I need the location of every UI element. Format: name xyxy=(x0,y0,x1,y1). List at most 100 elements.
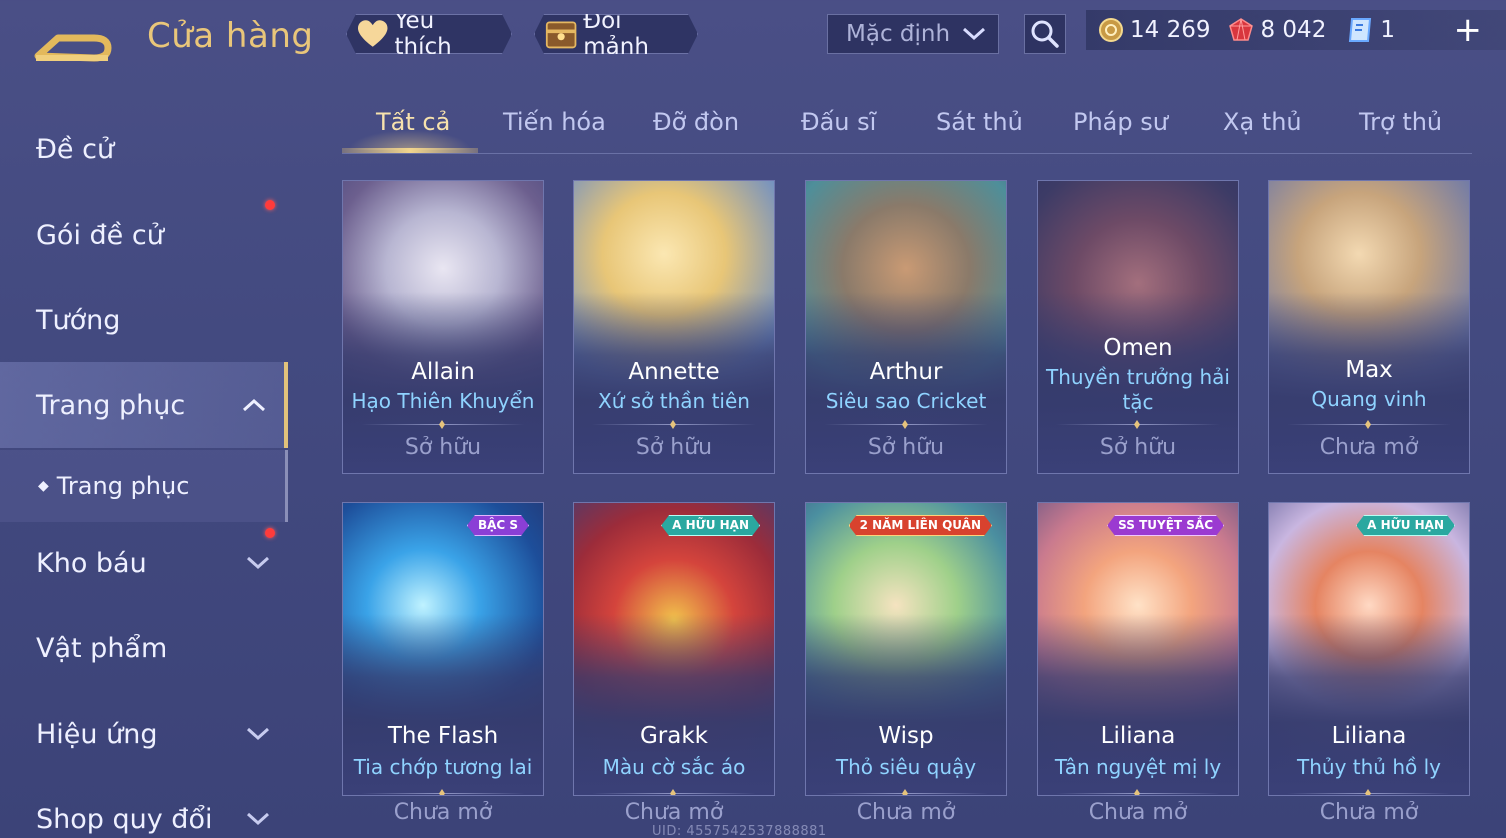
favorites-label: Yêu thích xyxy=(394,8,452,60)
ownership-status: Sở hữu xyxy=(404,435,482,460)
sidebar-item-recommended[interactable]: Đề cử xyxy=(0,106,288,192)
hero-name: Liliana xyxy=(1331,723,1407,749)
chevron-down-icon xyxy=(246,727,270,741)
voucher-icon xyxy=(1349,18,1372,42)
skin-name: Siêu sao Cricket xyxy=(825,389,987,413)
card-divider xyxy=(1287,793,1451,794)
ownership-status: Chưa mở xyxy=(624,800,724,825)
skin-card-wisp[interactable]: 2 NĂM LIÊN QUÂN Wisp Thỏ siêu quậy xyxy=(805,502,1007,796)
anniversary-badge: 2 NĂM LIÊN QUÂN xyxy=(849,515,992,536)
sidebar-subitem-label: Trang phục xyxy=(56,472,190,500)
skin-card-grakk[interactable]: A HỮU HẠN Grakk Màu cờ sắc áo xyxy=(573,502,775,796)
tab-assassin[interactable]: Sát thủ xyxy=(936,108,1023,136)
skin-name: Tia chớp tương lai xyxy=(353,755,533,779)
skin-name: Xứ sở thần tiên xyxy=(598,389,750,413)
sidebar-item-label: Đề cử xyxy=(36,133,115,165)
ownership-status: Chưa mở xyxy=(1088,800,1188,825)
tier-badge: SS TUYỆT SẮC xyxy=(1107,515,1224,536)
card-divider xyxy=(1056,793,1220,794)
card-divider xyxy=(592,793,756,794)
skin-card-annette[interactable]: Annette Xứ sở thần tiên Sở hữu xyxy=(573,180,775,474)
card-divider xyxy=(1056,424,1220,425)
tab-evolution[interactable]: Tiến hóa xyxy=(503,108,606,136)
back-button[interactable] xyxy=(34,18,118,62)
skin-name: Thuyền trưởng hải tặc xyxy=(1046,365,1230,414)
sort-dropdown[interactable]: Mặc định xyxy=(827,14,999,54)
sidebar-item-heroes[interactable]: Tướng xyxy=(0,277,288,363)
skin-card-liliana-sailor[interactable]: A HỮU HẠN Liliana Thủy thủ hồ ly xyxy=(1268,502,1470,796)
gold-balance[interactable]: 14 269 xyxy=(1098,17,1210,43)
tab-tank[interactable]: Đỡ đòn xyxy=(653,108,739,136)
plus-icon[interactable]: + xyxy=(1454,12,1483,48)
ownership-status: Sở hữu xyxy=(867,435,945,460)
hero-name: Max xyxy=(1345,357,1393,383)
skin-card-omen[interactable]: Omen Thuyền trưởng hải tặc Sở hữu xyxy=(1037,180,1239,474)
favorites-button[interactable]: Yêu thích xyxy=(346,14,512,54)
gem-balance[interactable]: 8 042 xyxy=(1228,17,1326,43)
sidebar-item-label: Gói đề cử xyxy=(36,219,164,251)
sidebar-subitem-skins[interactable]: ◆ Trang phục xyxy=(0,450,288,522)
hero-name: Arthur xyxy=(869,359,943,385)
sidebar-item-label: Tướng xyxy=(36,304,121,336)
tab-marksman[interactable]: Xạ thủ xyxy=(1223,108,1302,136)
voucher-amount: 1 xyxy=(1380,17,1395,43)
skin-card-the-flash[interactable]: BẬC S The Flash Tia chớp tương lai xyxy=(342,502,544,796)
exchange-shards-label: Đổi mảnh xyxy=(583,8,649,60)
hero-name: Allain xyxy=(411,359,475,385)
back-arrow-icon xyxy=(34,34,112,62)
search-button[interactable] xyxy=(1024,14,1066,54)
sidebar-item-exchange-shop[interactable]: Shop quy đổi xyxy=(0,776,288,838)
sidebar-item-label: Shop quy đổi xyxy=(36,803,213,835)
gem-amount: 8 042 xyxy=(1260,17,1327,43)
chevron-up-icon xyxy=(242,398,266,412)
tab-mage[interactable]: Pháp sư xyxy=(1073,108,1168,136)
hero-name: Annette xyxy=(628,359,720,385)
red-gem-icon xyxy=(1229,18,1254,41)
exchange-shards-button[interactable]: Đổi mảnh xyxy=(534,14,698,54)
sidebar-item-label: Hiệu ứng xyxy=(36,718,158,750)
ownership-status: Chưa mở xyxy=(1319,435,1419,460)
sidebar-item-effects[interactable]: Hiệu ứng xyxy=(0,691,288,777)
skin-name: Thủy thủ hồ ly xyxy=(1297,755,1441,779)
sidebar-item-treasure[interactable]: Kho báu xyxy=(0,520,288,606)
card-divider xyxy=(592,424,756,425)
skin-card-max[interactable]: Max Quang vinh Chưa mở xyxy=(1268,180,1470,474)
skin-card-liliana-new-moon[interactable]: SS TUYỆT SẮC Liliana Tân nguyệt mị ly xyxy=(1037,502,1239,796)
skin-name: Màu cờ sắc áo xyxy=(602,755,746,779)
ownership-status: Sở hữu xyxy=(1099,435,1177,460)
skin-name: Hạo Thiên Khuyển xyxy=(351,389,535,413)
page-title: Cửa hàng xyxy=(147,16,314,56)
tier-badge: A HỮU HẠN xyxy=(661,515,760,536)
tab-fighter[interactable]: Đấu sĩ xyxy=(801,108,876,136)
skin-name: Thỏ siêu quậy xyxy=(835,755,977,779)
chest-icon xyxy=(545,17,577,51)
skin-card-allain[interactable]: Allain Hạo Thiên Khuyển Sở hữu xyxy=(342,180,544,474)
tab-support[interactable]: Trợ thủ xyxy=(1359,108,1442,136)
skin-name: Quang vinh xyxy=(1311,387,1427,411)
card-divider xyxy=(824,424,988,425)
tier-badge: BẬC S xyxy=(467,515,529,536)
hero-name: Liliana xyxy=(1100,723,1176,749)
card-divider xyxy=(1287,424,1451,425)
sidebar-item-label: Vật phẩm xyxy=(36,632,168,664)
sidebar-item-items[interactable]: Vật phẩm xyxy=(0,605,288,691)
notification-dot xyxy=(265,200,275,210)
sort-value: Mặc định xyxy=(846,21,951,47)
sidebar-item-skins[interactable]: Trang phục xyxy=(0,362,288,448)
currency-bar: 14 269 8 042 1 + xyxy=(1086,10,1506,50)
voucher-balance[interactable]: 1 xyxy=(1346,16,1395,44)
skin-name: Tân nguyệt mị ly xyxy=(1054,755,1222,779)
hero-name: Omen xyxy=(1103,335,1173,361)
tab-all[interactable]: Tất cả xyxy=(376,108,450,136)
sidebar-item-label: Trang phục xyxy=(36,389,186,421)
ownership-status: Sở hữu xyxy=(635,435,713,460)
sidebar-item-label: Kho báu xyxy=(36,547,147,579)
sidebar-item-recommended-packs[interactable]: Gói đề cử xyxy=(0,192,288,278)
chevron-down-icon xyxy=(246,812,270,826)
chevron-down-icon xyxy=(962,27,986,41)
hero-name: Grakk xyxy=(639,723,708,749)
card-divider xyxy=(824,793,988,794)
ownership-status: Chưa mở xyxy=(1319,800,1419,825)
active-tab-underline xyxy=(342,148,478,153)
skin-card-arthur[interactable]: Arthur Siêu sao Cricket Sở hữu xyxy=(805,180,1007,474)
